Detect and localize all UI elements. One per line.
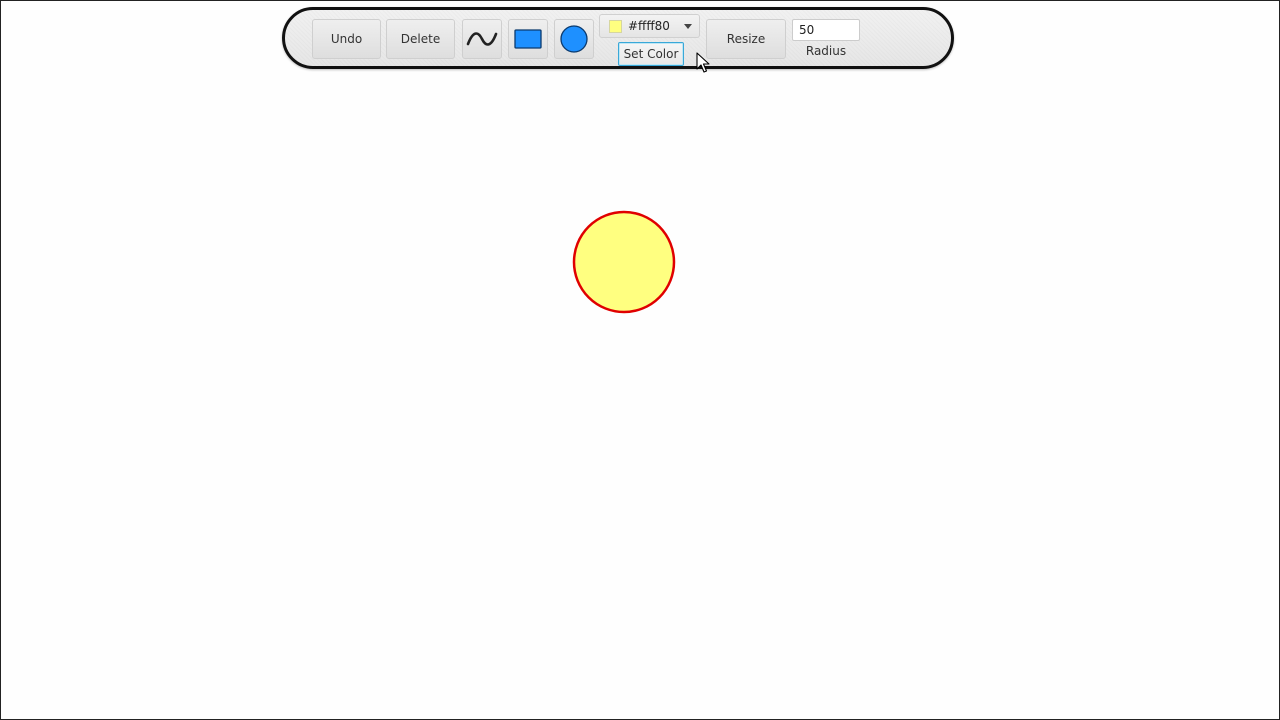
color-value-label: #ffff80 xyxy=(628,19,670,33)
drawing-canvas-circle[interactable] xyxy=(572,210,676,314)
dropdown-arrow-icon xyxy=(684,24,692,29)
radius-input[interactable] xyxy=(792,19,860,41)
line-tool-button[interactable] xyxy=(462,19,502,59)
drawing-app-window: Undo Delete #ffff80 Set Color Resize Rad… xyxy=(0,0,1280,720)
delete-button[interactable]: Delete xyxy=(386,19,455,59)
set-color-button[interactable]: Set Color xyxy=(618,42,684,66)
resize-button[interactable]: Resize xyxy=(706,19,786,59)
curve-line-icon xyxy=(466,32,498,46)
color-swatch xyxy=(609,19,622,33)
circle-tool-button[interactable] xyxy=(554,19,594,59)
toolbar: Undo Delete #ffff80 Set Color Resize Rad… xyxy=(282,7,954,69)
rectangle-tool-button[interactable] xyxy=(508,19,548,59)
rectangle-icon xyxy=(514,29,542,49)
color-picker-dropdown[interactable]: #ffff80 xyxy=(599,14,700,38)
undo-button[interactable]: Undo xyxy=(312,19,381,59)
radius-label: Radius xyxy=(805,44,847,58)
circle-icon xyxy=(560,25,588,53)
